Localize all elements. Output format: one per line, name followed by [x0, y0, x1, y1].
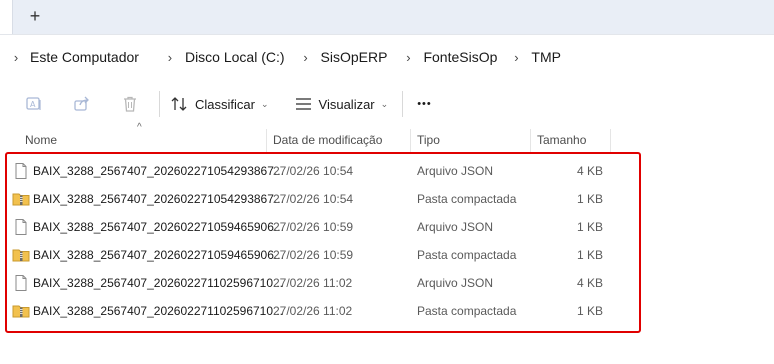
chevron-right-icon[interactable]: ›: [503, 50, 529, 65]
file-date: 27/02/26 10:59: [273, 220, 354, 234]
file-name: BAIX_3288_2567407_202602271102596710...: [33, 304, 284, 318]
svg-text:A: A: [30, 100, 36, 109]
file-date: 27/02/26 10:59: [273, 248, 354, 262]
column-header-size[interactable]: Tamanho: [537, 127, 586, 153]
delete-icon[interactable]: [119, 93, 141, 115]
chevron-down-icon: ⌄: [380, 98, 389, 109]
column-divider[interactable]: [610, 129, 611, 153]
column-header-type[interactable]: Tipo: [417, 127, 440, 153]
table-row[interactable]: BAIX_3288_2567407_202602271102596710... …: [0, 297, 774, 325]
file-name: BAIX_3288_2567407_202602271102596710...: [33, 276, 284, 290]
file-size: 1 KB: [576, 220, 603, 234]
table-row[interactable]: BAIX_3288_2567407_202602271059465906... …: [0, 241, 774, 269]
table-row[interactable]: BAIX_3288_2567407_202602271054293867... …: [0, 157, 774, 185]
view-button[interactable]: Visualizar ⌄: [295, 96, 389, 112]
more-options-button[interactable]: •••: [417, 98, 432, 110]
sort-icon: [171, 97, 187, 111]
file-type: Pasta compactada: [417, 192, 517, 206]
breadcrumb-item-disco-local[interactable]: Disco Local (C:): [183, 49, 287, 65]
file-size: 4 KB: [576, 164, 603, 178]
chevron-right-icon[interactable]: ›: [293, 50, 319, 65]
sort-ascending-icon: ^: [137, 122, 142, 133]
active-tab-edge[interactable]: [0, 0, 13, 34]
new-tab-button[interactable]: +: [24, 5, 46, 27]
file-type: Arquivo JSON: [417, 164, 494, 178]
breadcrumb-item-este-computador[interactable]: Este Computador: [28, 49, 141, 65]
file-list: BAIX_3288_2567407_202602271054293867... …: [0, 157, 774, 325]
column-header-name[interactable]: Nome: [25, 127, 57, 153]
file-size: 1 KB: [576, 192, 603, 206]
toolbar-divider: [402, 91, 404, 117]
file-size: 1 KB: [576, 248, 603, 262]
tab-bar: +: [0, 0, 774, 34]
command-bar: A Classificar ⌄ Visualizar ⌄ •••: [0, 84, 774, 124]
table-row[interactable]: BAIX_3288_2567407_202602271059465906... …: [0, 213, 774, 241]
column-header-date[interactable]: Data de modificação: [273, 127, 382, 153]
breadcrumb-item-fontesisop[interactable]: FonteSisOp: [421, 49, 499, 65]
rename-icon[interactable]: A: [23, 93, 45, 115]
file-name: BAIX_3288_2567407_202602271059465906...: [33, 220, 284, 234]
file-size: 1 KB: [576, 304, 603, 318]
column-header: ^ Nome Data de modificação Tipo Tamanho: [0, 122, 774, 153]
file-name: BAIX_3288_2567407_202602271054293867...: [33, 164, 284, 178]
zip-folder-icon: [12, 303, 30, 319]
chevron-right-icon[interactable]: ›: [4, 50, 28, 65]
file-type: Arquivo JSON: [417, 276, 494, 290]
column-divider[interactable]: [410, 129, 411, 153]
json-file-icon: [12, 163, 30, 179]
view-label: Visualizar: [318, 96, 375, 112]
chevron-down-icon: ⌄: [260, 98, 269, 109]
file-date: 27/02/26 10:54: [273, 164, 354, 178]
view-icon: [295, 98, 311, 110]
sort-label: Classificar: [195, 96, 255, 112]
file-name: BAIX_3288_2567407_202602271054293867...: [33, 192, 284, 206]
zip-folder-icon: [12, 247, 30, 263]
breadcrumb-item-tmp[interactable]: TMP: [529, 49, 563, 65]
file-type: Pasta compactada: [417, 248, 517, 262]
file-date: 27/02/26 10:54: [273, 192, 354, 206]
column-divider[interactable]: [530, 129, 531, 153]
file-name: BAIX_3288_2567407_202602271059465906...: [33, 248, 284, 262]
toolbar-divider: [159, 91, 160, 117]
table-row[interactable]: BAIX_3288_2567407_202602271054293867... …: [0, 185, 774, 213]
share-icon[interactable]: [71, 93, 93, 115]
table-row[interactable]: BAIX_3288_2567407_202602271102596710... …: [0, 269, 774, 297]
column-divider[interactable]: [266, 129, 267, 153]
chevron-right-icon[interactable]: ›: [395, 50, 421, 65]
file-type: Pasta compactada: [417, 304, 517, 318]
file-date: 27/02/26 11:02: [273, 304, 353, 318]
sort-button[interactable]: Classificar ⌄: [171, 96, 269, 112]
file-type: Arquivo JSON: [417, 220, 494, 234]
json-file-icon: [12, 275, 30, 291]
zip-folder-icon: [12, 191, 30, 207]
chevron-right-icon[interactable]: ›: [157, 50, 183, 65]
file-size: 4 KB: [576, 276, 603, 290]
file-date: 27/02/26 11:02: [273, 276, 353, 290]
breadcrumb-item-sisoperp[interactable]: SisOpERP: [319, 49, 390, 65]
json-file-icon: [12, 219, 30, 235]
breadcrumb: › Este Computador › Disco Local (C:) › S…: [0, 34, 774, 79]
